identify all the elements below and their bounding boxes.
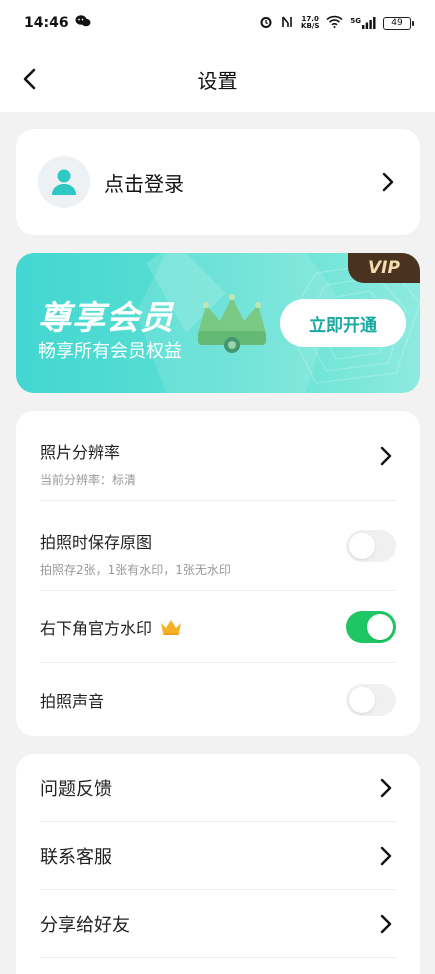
save-original-toggle[interactable] [346,529,396,562]
resolution-title: 照片分辨率 [40,443,121,462]
save-original-title: 拍照时保存原图 [40,533,153,552]
status-bar: 14:46 17.0 KB/S 5G 49 [0,0,435,46]
resolution-row[interactable]: 照片分辨率 当前分辨率：标清 [40,411,396,501]
chevron-right-icon [380,778,392,797]
vip-banner[interactable]: VIP 尊享会员 畅享所有会员权益 立即开通 [16,253,420,393]
official-watermark-toggle[interactable] [346,610,396,643]
user-icon [52,169,76,195]
battery-indicator: 49 [383,16,414,30]
avatar [38,156,90,208]
chevron-right-icon [382,172,394,192]
vip-title: 尊享会员 [38,298,174,337]
nfc-icon [280,15,294,32]
share-row[interactable]: 分享给好友 [40,890,396,958]
net-speed: 17.0 KB/S [301,16,319,30]
cellular-signal-icon: 5G [350,17,376,29]
login-card[interactable]: 点击登录 [16,129,420,235]
shutter-sound-row: 拍照声音 [40,663,396,736]
activate-vip-button[interactable]: 立即开通 [280,299,406,347]
feedback-label: 问题反馈 [40,778,112,800]
chevron-right-icon [380,446,392,465]
login-label: 点击登录 [104,171,184,196]
back-button[interactable] [16,64,46,94]
official-watermark-title: 右下角官方水印 [40,618,153,638]
save-original-row: 拍照时保存原图 拍照存2张，1张有水印，1张无水印 [40,501,396,591]
settings-card: 照片分辨率 当前分辨率：标清 拍照时保存原图 拍照存2张，1张有水印，1张无水印… [16,411,420,736]
contact-support-label: 联系客服 [40,846,112,868]
navigation-bar: 设置 [0,46,435,112]
chat-notification-icon [75,14,91,32]
crown-icon [161,619,182,635]
chevron-left-icon [23,68,36,90]
toggle-knob [367,613,393,640]
resolution-subtitle: 当前分辨率：标清 [40,473,137,487]
chevron-right-icon [380,846,392,865]
save-original-subtitle: 拍照存2张，1张有水印，1张无水印 [40,563,231,577]
toggle-knob [349,686,375,713]
wifi-icon [326,15,343,31]
battery-level: 49 [391,18,403,28]
feedback-row[interactable]: 问题反馈 [40,754,396,822]
status-time: 14:46 [24,15,69,31]
links-card: 问题反馈 联系客服 分享给好友 [16,754,420,974]
page-title: 设置 [197,68,238,93]
contact-support-row[interactable]: 联系客服 [40,822,396,890]
chevron-right-icon [380,914,392,933]
signal-label: 5G [350,17,361,25]
vip-tag: VIP [348,253,420,283]
shutter-sound-title: 拍照声音 [40,691,105,711]
official-watermark-row: 右下角官方水印 [40,591,396,663]
toggle-knob [349,532,375,559]
vip-subtitle: 畅享所有会员权益 [38,341,182,362]
share-label: 分享给好友 [40,914,130,936]
shutter-sound-toggle[interactable] [346,683,396,716]
alarm-icon [259,15,273,32]
net-speed-unit: KB/S [301,22,320,30]
